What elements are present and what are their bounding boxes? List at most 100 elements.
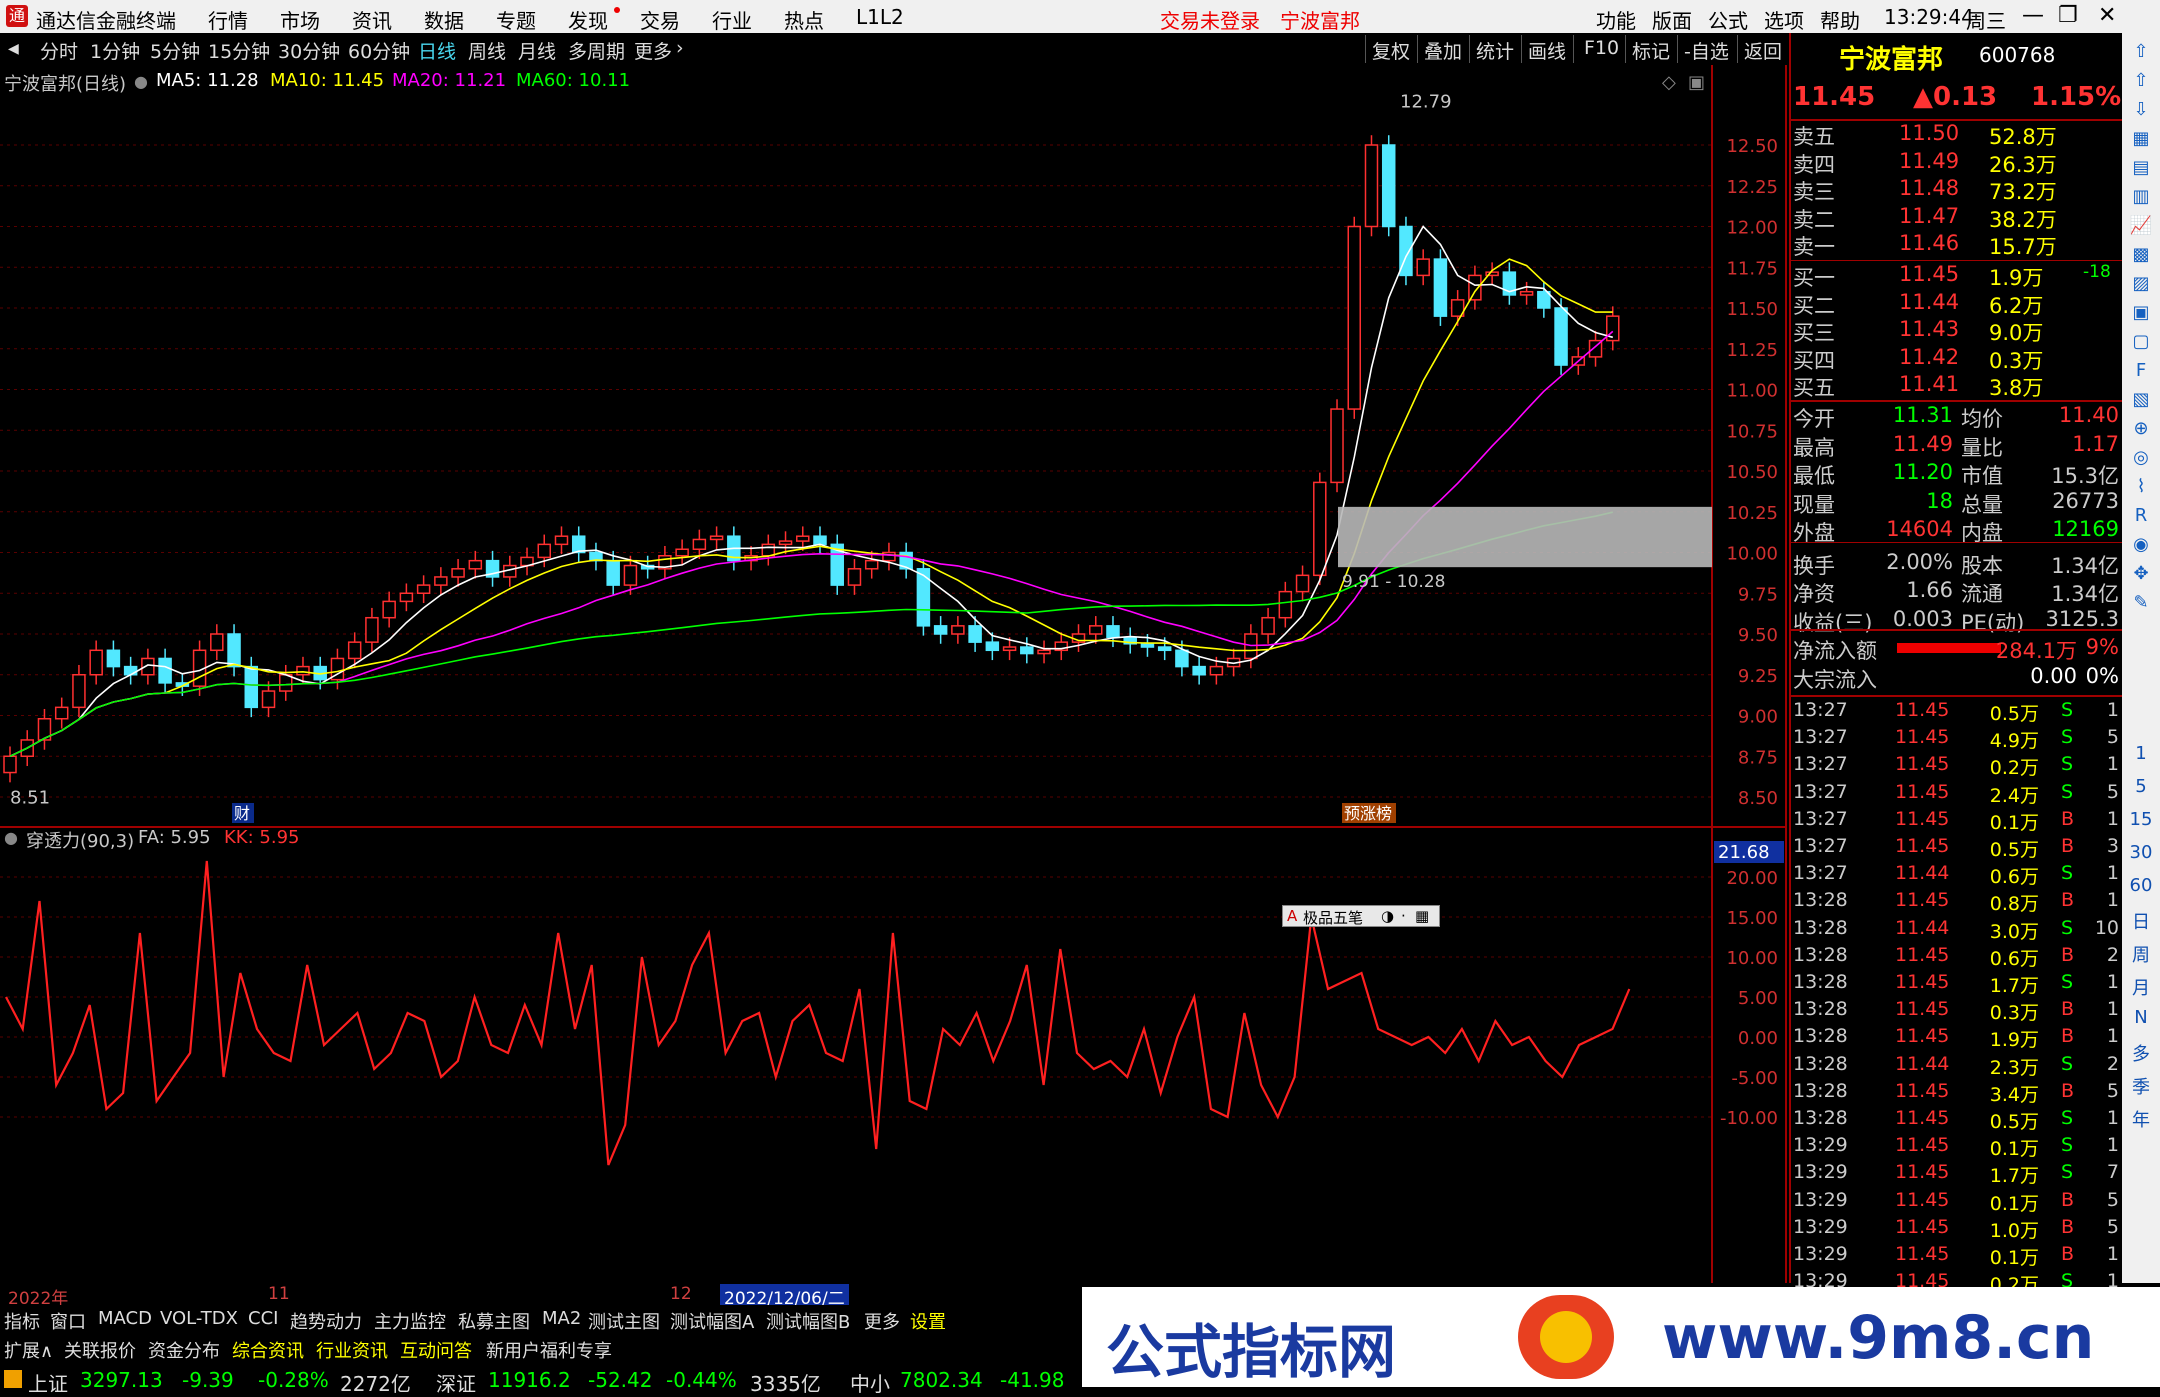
indicator-tab[interactable]: 主力监控 — [374, 1308, 446, 1334]
keyboard-icon[interactable]: ▦ — [1415, 907, 1429, 925]
period-shortcut[interactable]: 5 — [2122, 776, 2160, 797]
info-tab[interactable]: 互动问答 — [400, 1337, 472, 1363]
bid-row[interactable]: 买二 11.44 6.2万 — [1791, 290, 2124, 318]
up-arrow-icon[interactable]: ⇧ — [2128, 68, 2154, 94]
tab-timeframe[interactable]: 15分钟 — [208, 37, 270, 64]
period-shortcut[interactable]: 1 — [2122, 743, 2160, 764]
tab-timeframe[interactable]: 1分钟 — [90, 37, 140, 64]
ask-row[interactable]: 卖四 11.49 26.3万 — [1791, 149, 2124, 177]
tool-button[interactable]: 叠加 — [1424, 37, 1462, 64]
candlestick-chart[interactable]: 12.50 12.25 12.00 11.75 11.50 11.25 11.00 10.75… — [0, 65, 1787, 1283]
menu-item[interactable]: 帮助 — [1820, 5, 1860, 34]
tab-timeframe[interactable]: 多周期 — [568, 37, 625, 64]
info-tab[interactable]: 扩展∧ — [4, 1337, 53, 1363]
bid-row[interactable]: 买三 11.43 9.0万 — [1791, 317, 2124, 345]
window-icon[interactable]: ▣ — [1688, 72, 1705, 93]
gear-icon[interactable]: ◎ — [2128, 445, 2154, 471]
move-icon[interactable]: ✥ — [2128, 561, 2154, 587]
indicator-tab[interactable]: 趋势动力 — [290, 1308, 362, 1334]
indicator-tab[interactable]: 窗口 — [50, 1308, 86, 1334]
indicator-tab[interactable]: CCI — [248, 1308, 278, 1329]
tool-button[interactable]: -自选 — [1684, 37, 1729, 64]
menu-item[interactable]: 数据 — [424, 5, 464, 34]
pen-icon[interactable]: ✎ — [2128, 590, 2154, 616]
index-name[interactable]: 深证 — [436, 1368, 476, 1397]
ime-toolbar[interactable]: A 极品五笔 ◑ · ▦ — [1282, 905, 1440, 927]
pin-icon[interactable]: ◇ — [1662, 72, 1676, 93]
menu-item[interactable]: 资讯 — [352, 5, 392, 34]
list-icon[interactable]: ▤ — [2128, 155, 2154, 181]
index-name[interactable]: 中小 — [850, 1368, 890, 1397]
menu-item[interactable]: 版面 — [1652, 5, 1692, 34]
tool-button[interactable]: 画线 — [1528, 37, 1566, 64]
indicator-tab[interactable]: MACD — [98, 1308, 152, 1329]
bid-row[interactable]: 买一 11.45 1.9万 -18 — [1791, 262, 2124, 290]
dot-icon[interactable]: · — [1401, 907, 1406, 925]
period-shortcut[interactable]: 年 — [2122, 1106, 2160, 1132]
grid-icon[interactable]: ▨ — [2128, 271, 2154, 297]
menu-item[interactable]: 交易 — [640, 5, 680, 34]
news-icon[interactable]: ▣ — [2128, 300, 2154, 326]
chevron-left-icon[interactable]: ◀ — [8, 41, 19, 57]
table-icon[interactable]: ▥ — [2128, 184, 2154, 210]
indicator-tab[interactable]: 更多 — [864, 1308, 900, 1334]
menu-item[interactable]: 选项 — [1764, 5, 1804, 34]
chevron-down-icon[interactable]: ● — [134, 72, 148, 91]
indicator-tab[interactable]: MA2 — [542, 1308, 581, 1329]
filter-icon[interactable]: ▢ — [2128, 329, 2154, 355]
tool-button[interactable]: 复权 — [1372, 37, 1410, 64]
chart-area[interactable]: 12.50 12.25 12.00 11.75 11.50 11.25 11.00 10.75… — [0, 65, 1787, 1283]
menu-item[interactable]: 热点 — [784, 5, 824, 34]
indicator-tab[interactable]: VOL-TDX — [160, 1308, 238, 1329]
up-arrow-icon[interactable]: ⇧ — [2128, 39, 2154, 65]
close-icon[interactable]: ✕ — [2098, 3, 2116, 28]
period-shortcut[interactable]: 15 — [2122, 809, 2160, 830]
line-chart-icon[interactable]: ⌇ — [2128, 474, 2154, 500]
period-shortcut[interactable]: 周 — [2122, 941, 2160, 967]
menu-item[interactable]: 行业 — [712, 5, 752, 34]
indicator-tab[interactable]: 设置 — [910, 1308, 946, 1334]
menu-item[interactable]: 功能 — [1596, 5, 1636, 34]
tab-timeframe[interactable]: 更多 — [634, 37, 672, 64]
tab-timeframe[interactable]: 30分钟 — [278, 37, 340, 64]
indicator-tab[interactable]: 测试幅图B — [766, 1308, 850, 1334]
restore-icon[interactable]: ❐ — [2058, 3, 2078, 28]
period-shortcut[interactable]: 季 — [2122, 1073, 2160, 1099]
tab-timeframe[interactable]: 60分钟 — [348, 37, 410, 64]
tab-timeframe[interactable]: 周线 — [468, 37, 506, 64]
info-tab[interactable]: 关联报价 — [64, 1337, 136, 1363]
menu-item[interactable]: 市场 — [280, 5, 320, 34]
tool-button[interactable]: F10 — [1584, 37, 1619, 59]
indicator-tab[interactable]: 指标 — [4, 1308, 40, 1334]
tool-button[interactable]: 统计 — [1476, 37, 1514, 64]
tab-timeframe-selected[interactable]: 日线 — [418, 37, 456, 64]
period-shortcut[interactable]: 月 — [2122, 974, 2160, 1000]
period-shortcut[interactable]: 60 — [2122, 875, 2160, 896]
period-shortcut[interactable]: N — [2122, 1007, 2160, 1028]
info-tab[interactable]: 行业资讯 — [316, 1337, 388, 1363]
tab-timeframe[interactable]: 5分钟 — [150, 37, 200, 64]
zoom-icon[interactable]: ⊕ — [2128, 416, 2154, 442]
index-name[interactable]: 上证 — [28, 1368, 68, 1397]
indicator-tab[interactable]: 测试幅图A — [670, 1308, 754, 1334]
trade-status[interactable]: 交易未登录 — [1160, 5, 1260, 34]
calendar-icon[interactable]: ▩ — [2128, 242, 2154, 268]
target-icon[interactable]: ◉ — [2128, 532, 2154, 558]
bid-row[interactable]: 买四 11.42 0.3万 — [1791, 345, 2124, 373]
tool-button[interactable]: 返回 — [1744, 37, 1782, 64]
period-shortcut[interactable]: 日 — [2122, 908, 2160, 934]
moon-icon[interactable]: ◑ — [1381, 907, 1394, 925]
chart-icon[interactable]: ▦ — [2128, 126, 2154, 152]
info-tab[interactable]: 资金分布 — [148, 1337, 220, 1363]
ask-row[interactable]: 卖三 11.48 73.2万 — [1791, 176, 2124, 204]
indicator-toggle-icon[interactable]: ● — [4, 828, 18, 847]
menu-item[interactable]: 行情 — [208, 5, 248, 34]
ask-row[interactable]: 卖一 11.46 15.7万 — [1791, 231, 2124, 259]
indicator-tab[interactable]: 测试主图 — [588, 1308, 660, 1334]
bid-row[interactable]: 买五 11.41 3.8万 — [1791, 372, 2124, 400]
menu-item[interactable]: 专题 — [496, 5, 536, 34]
indicator-tab[interactable]: 私募主图 — [458, 1308, 530, 1334]
chevron-right-icon[interactable]: › — [676, 37, 684, 59]
menu-item[interactable]: L1L2 — [856, 5, 904, 29]
trend-icon[interactable]: 📈 — [2128, 213, 2154, 239]
